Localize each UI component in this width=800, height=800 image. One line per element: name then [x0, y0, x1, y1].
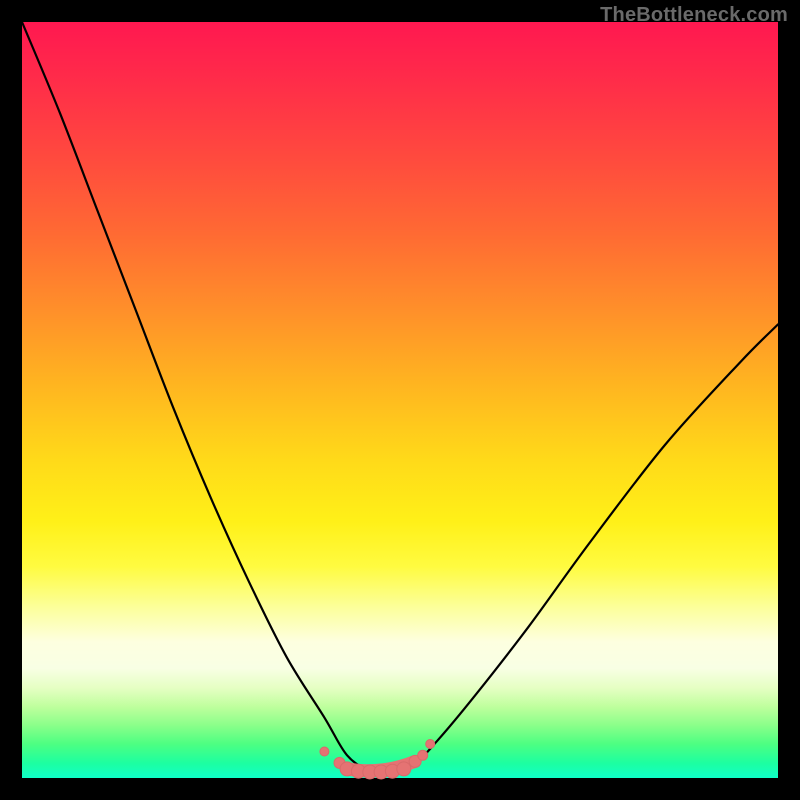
trough-marker [397, 762, 411, 776]
trough-marker [418, 750, 428, 760]
bottleneck-curve [22, 22, 778, 772]
outer-black-frame: TheBottleneck.com [0, 0, 800, 800]
trough-marker [320, 747, 329, 756]
flat-bottom-marker-group [320, 740, 435, 780]
chart-svg [22, 22, 778, 778]
gradient-plot-area [22, 22, 778, 778]
trough-marker [426, 740, 435, 749]
watermark-text: TheBottleneck.com [600, 4, 788, 27]
